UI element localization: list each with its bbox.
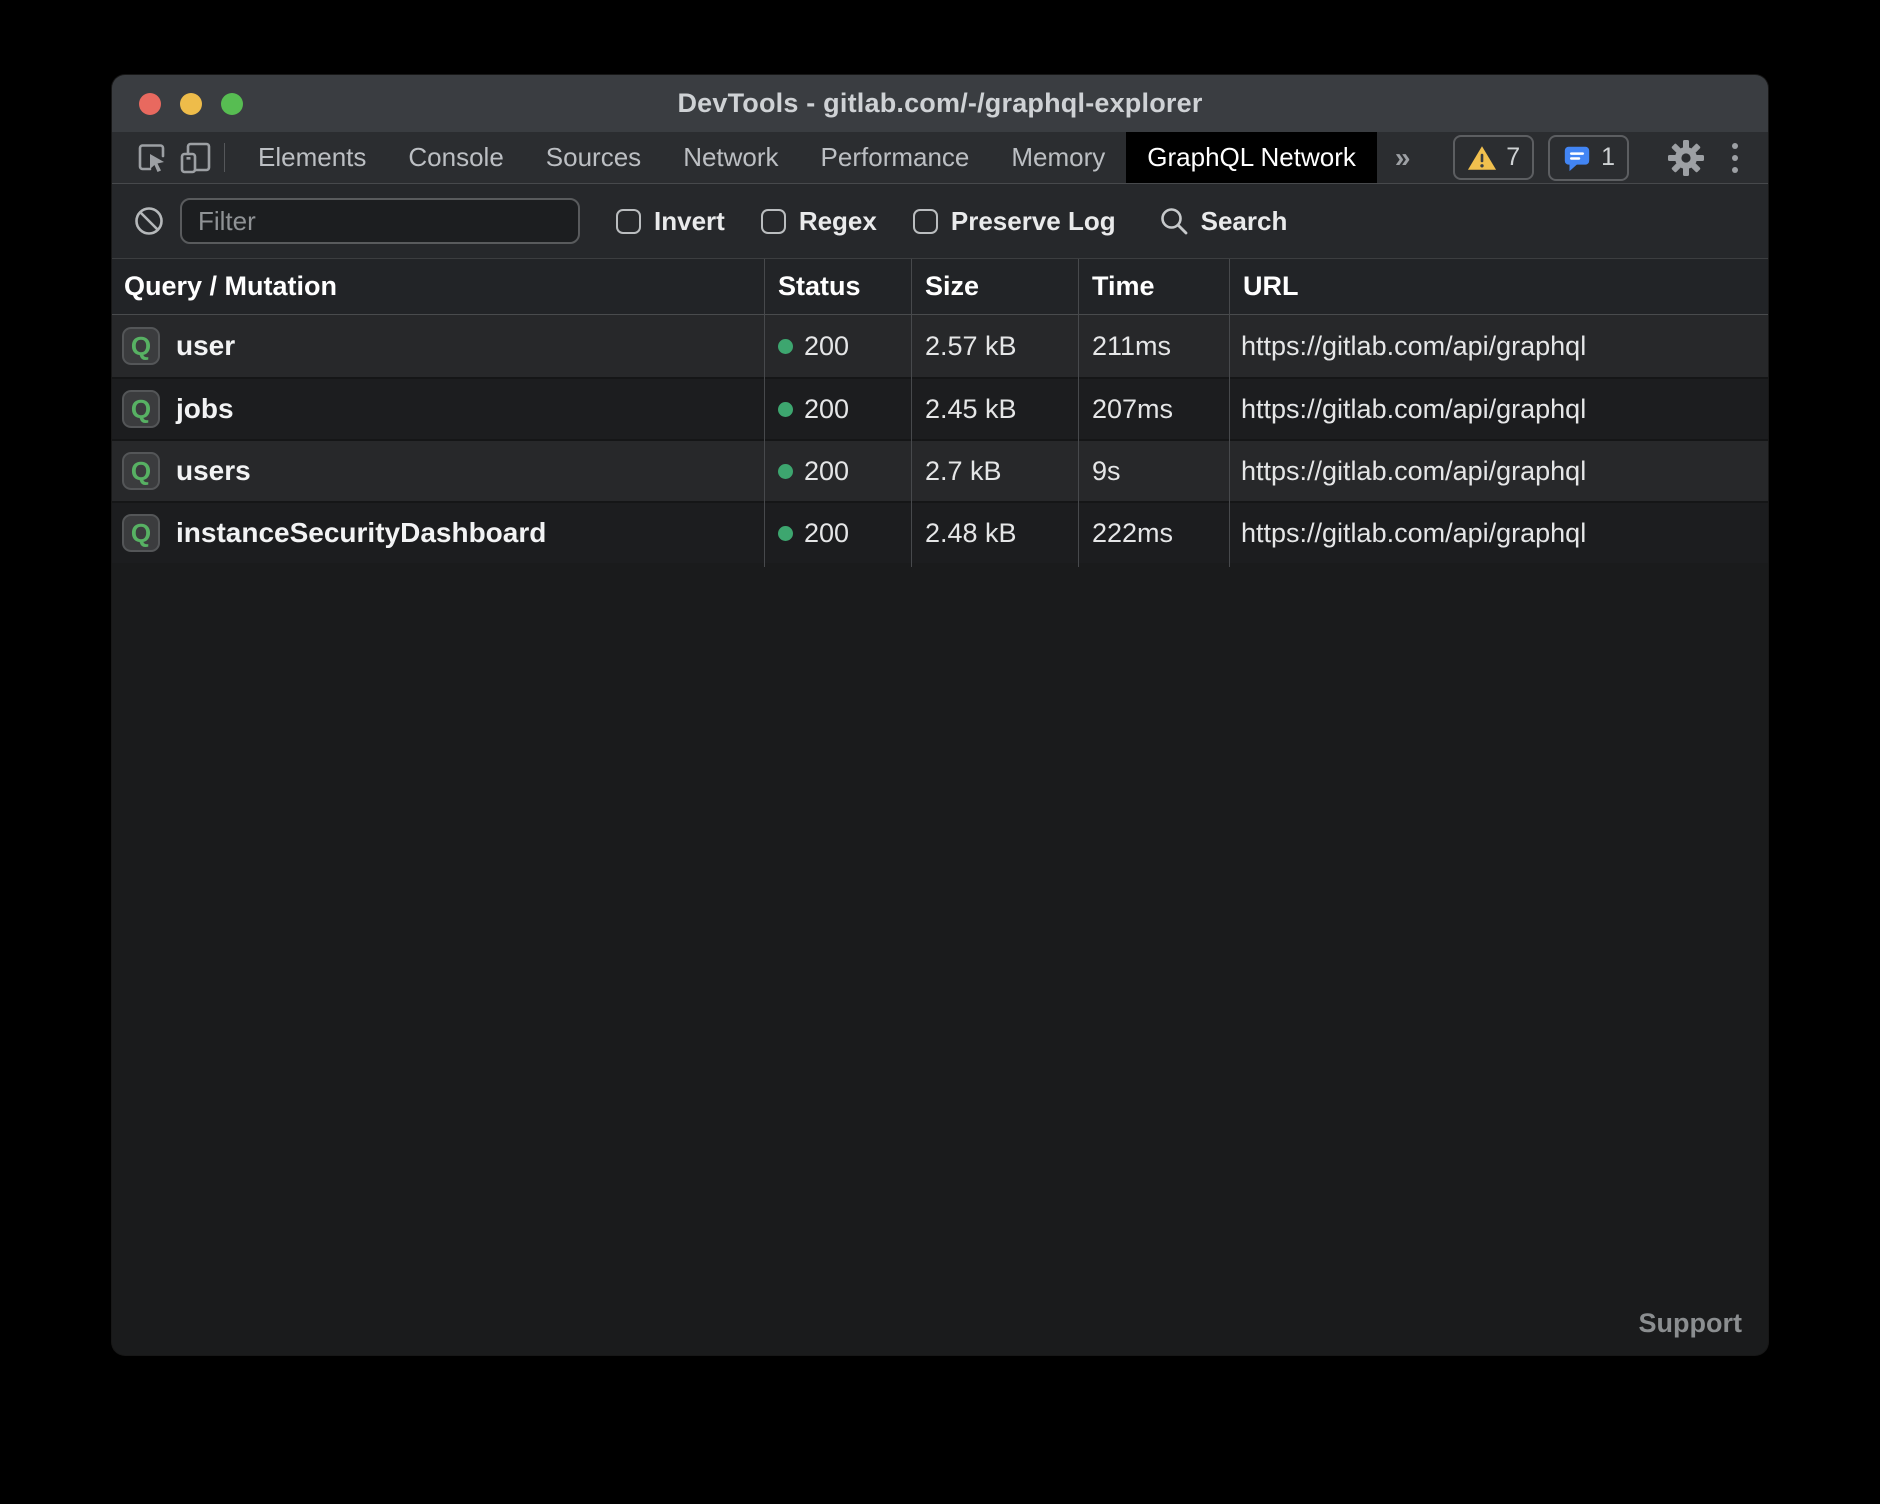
time-value: 211ms	[1078, 315, 1229, 377]
table-row[interactable]: Q instanceSecurityDashboard 200 2.48 kB …	[112, 501, 1768, 563]
device-toolbar-icon	[178, 140, 214, 176]
minimize-window-button[interactable]	[180, 93, 202, 115]
devtools-menu-button[interactable]	[1724, 143, 1746, 173]
devtools-window: DevTools - gitlab.com/-/graphql-explorer…	[112, 75, 1768, 1355]
chevron-double-right-icon: »	[1395, 142, 1411, 174]
query-type-badge: Q	[122, 327, 160, 365]
column-header-size: Size	[911, 259, 1078, 314]
status-code: 200	[804, 331, 849, 362]
query-type-badge: Q	[122, 514, 160, 552]
tab-elements[interactable]: Elements	[237, 132, 387, 183]
column-header-url: URL	[1229, 259, 1768, 314]
filter-input[interactable]	[180, 198, 580, 244]
column-header-time: Time	[1078, 259, 1229, 314]
url-value: https://gitlab.com/api/graphql	[1229, 315, 1768, 377]
filter-bar: Invert Regex Preserve Log Search	[112, 184, 1768, 259]
column-header-query-mutation: Query / Mutation	[112, 259, 764, 314]
query-type-badge: Q	[122, 452, 160, 490]
status-ok-icon	[778, 526, 793, 541]
query-name: jobs	[176, 393, 234, 425]
query-name: instanceSecurityDashboard	[176, 517, 546, 549]
toolbar-right-cluster: 7 1	[1453, 132, 1768, 183]
query-type-badge: Q	[122, 390, 160, 428]
issues-count: 1	[1601, 143, 1615, 172]
size-value: 2.57 kB	[911, 315, 1078, 377]
warning-count: 7	[1506, 143, 1520, 172]
status-code: 200	[804, 518, 849, 549]
toolbar-divider	[224, 143, 225, 172]
regex-checkbox[interactable]	[761, 209, 786, 234]
size-value: 2.48 kB	[911, 503, 1078, 563]
search-button[interactable]: Search	[1158, 205, 1288, 237]
inspect-element-button[interactable]	[130, 132, 174, 183]
invert-checkbox[interactable]	[616, 209, 641, 234]
warnings-badge-button[interactable]: 7	[1453, 135, 1534, 180]
settings-button[interactable]	[1662, 140, 1710, 176]
url-value: https://gitlab.com/api/graphql	[1229, 379, 1768, 439]
tab-graphql-network[interactable]: GraphQL Network	[1126, 132, 1377, 183]
search-icon	[1158, 205, 1190, 237]
url-value: https://gitlab.com/api/graphql	[1229, 441, 1768, 501]
tab-console[interactable]: Console	[387, 132, 524, 183]
block-icon	[133, 205, 165, 237]
table-row[interactable]: Q user 200 2.57 kB 211ms https://gitlab.…	[112, 315, 1768, 377]
regex-checkbox-group[interactable]: Regex	[761, 206, 877, 237]
warning-icon	[1467, 144, 1497, 172]
issues-badge-button[interactable]: 1	[1548, 135, 1629, 181]
time-value: 222ms	[1078, 503, 1229, 563]
traffic-lights	[139, 75, 243, 132]
window-title: DevTools - gitlab.com/-/graphql-explorer	[677, 88, 1202, 119]
time-value: 9s	[1078, 441, 1229, 501]
size-value: 2.7 kB	[911, 441, 1078, 501]
status-code: 200	[804, 394, 849, 425]
time-value: 207ms	[1078, 379, 1229, 439]
query-name: user	[176, 330, 235, 362]
kebab-menu-icon	[1732, 143, 1738, 149]
column-header-status: Status	[764, 259, 911, 314]
tab-memory[interactable]: Memory	[990, 132, 1126, 183]
preserve-log-checkbox-group[interactable]: Preserve Log	[913, 206, 1116, 237]
support-link[interactable]: Support	[1639, 1308, 1742, 1339]
device-toolbar-button[interactable]	[174, 132, 218, 183]
clear-requests-button[interactable]	[128, 205, 170, 237]
close-window-button[interactable]	[139, 93, 161, 115]
tab-sources[interactable]: Sources	[525, 132, 662, 183]
status-code: 200	[804, 456, 849, 487]
status-ok-icon	[778, 464, 793, 479]
url-value: https://gitlab.com/api/graphql	[1229, 503, 1768, 563]
titlebar: DevTools - gitlab.com/-/graphql-explorer	[112, 75, 1768, 132]
table-row[interactable]: Q jobs 200 2.45 kB 207ms https://gitlab.…	[112, 377, 1768, 439]
inspect-icon	[134, 140, 170, 176]
table-row[interactable]: Q users 200 2.7 kB 9s https://gitlab.com…	[112, 439, 1768, 501]
preserve-log-checkbox[interactable]	[913, 209, 938, 234]
requests-table-header: Query / Mutation Status Size Time URL	[112, 259, 1768, 315]
gear-icon	[1668, 140, 1704, 176]
message-icon	[1562, 143, 1592, 173]
size-value: 2.45 kB	[911, 379, 1078, 439]
tab-performance[interactable]: Performance	[800, 132, 991, 183]
query-name: users	[176, 455, 251, 487]
more-tabs-button[interactable]: »	[1377, 132, 1429, 183]
zoom-window-button[interactable]	[221, 93, 243, 115]
status-ok-icon	[778, 402, 793, 417]
search-label: Search	[1201, 206, 1288, 237]
devtools-tabbar: Elements Console Sources Network Perform…	[112, 132, 1768, 184]
preserve-log-label: Preserve Log	[951, 206, 1116, 237]
regex-label: Regex	[799, 206, 877, 237]
status-ok-icon	[778, 339, 793, 354]
tab-network[interactable]: Network	[662, 132, 799, 183]
invert-checkbox-group[interactable]: Invert	[616, 206, 725, 237]
invert-label: Invert	[654, 206, 725, 237]
